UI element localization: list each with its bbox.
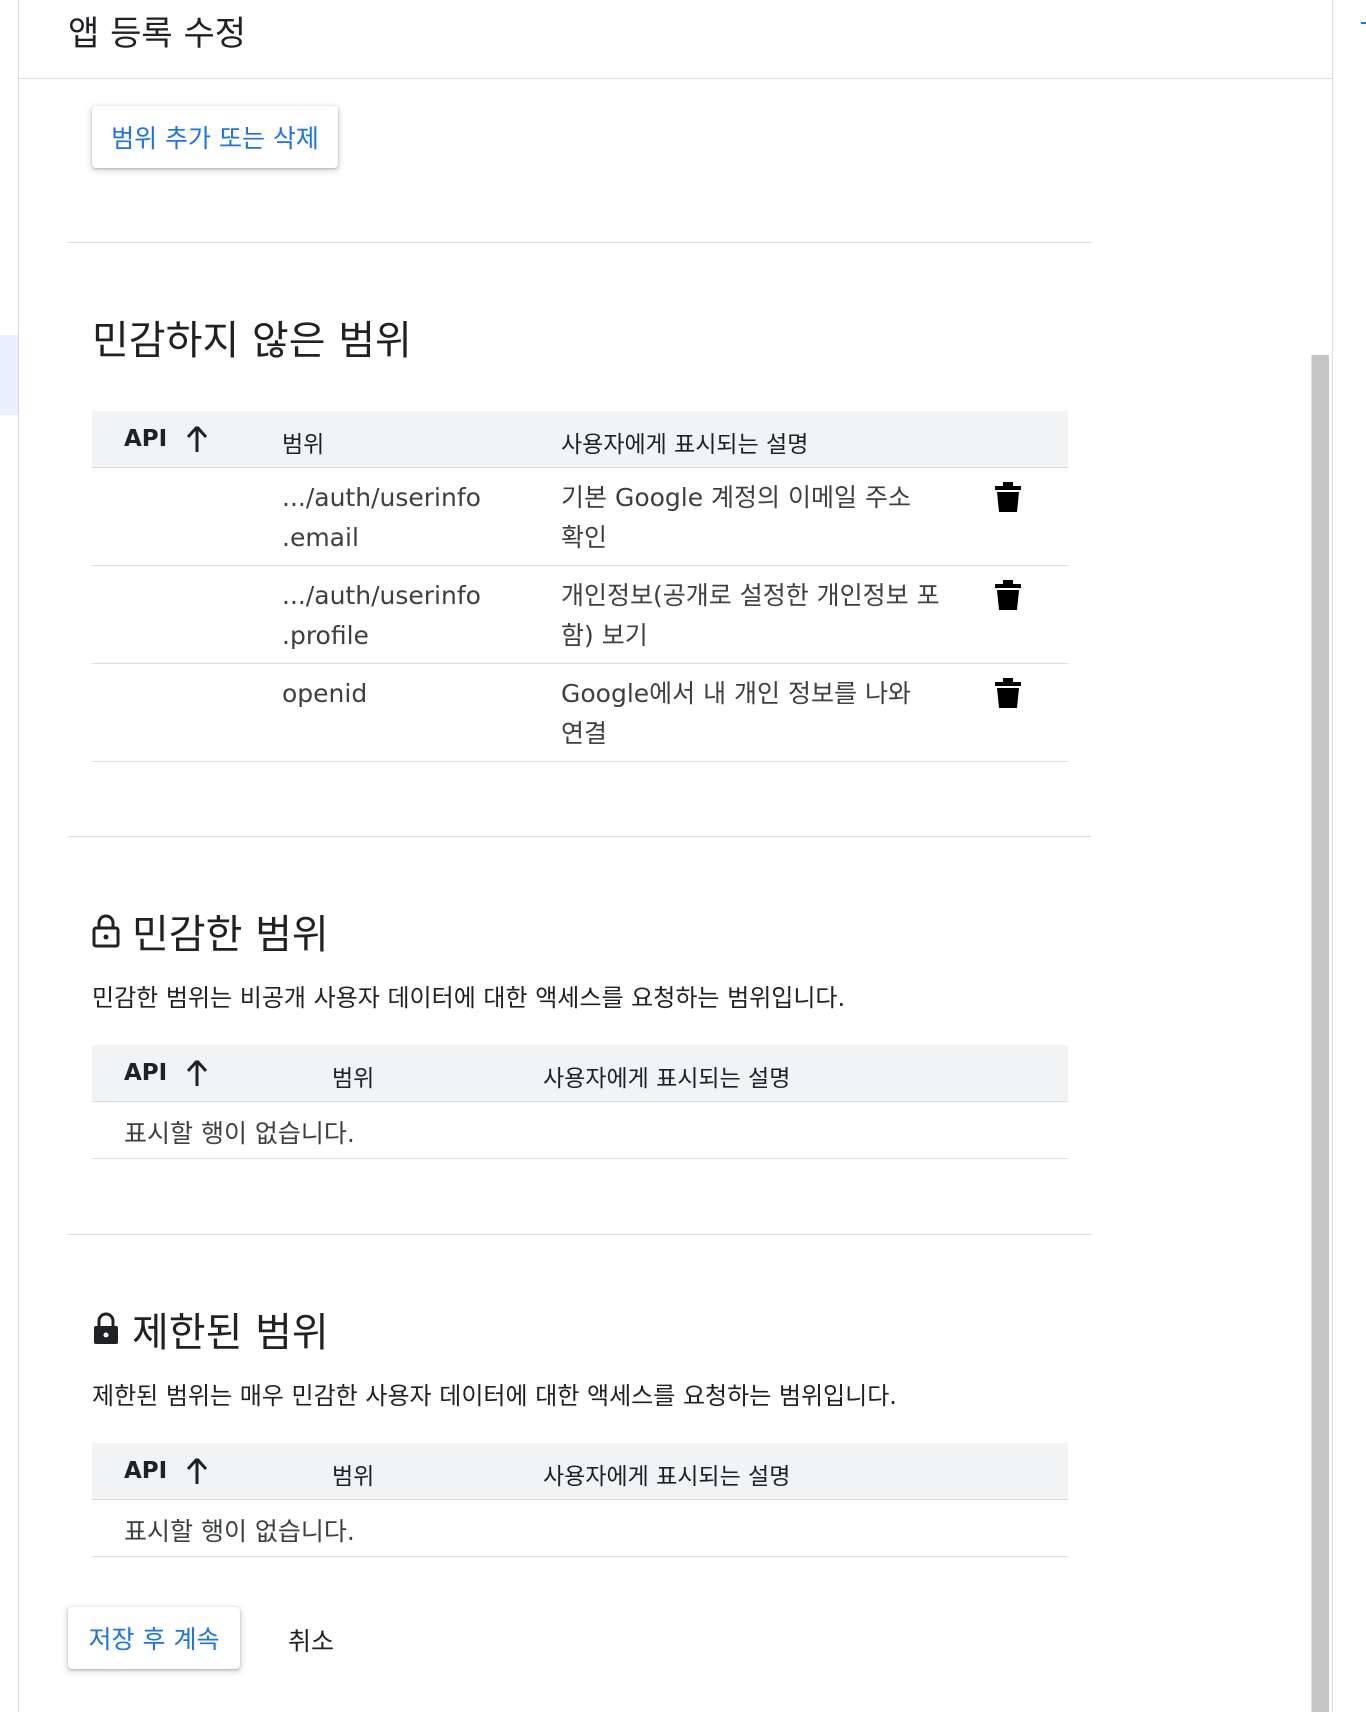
section-divider xyxy=(68,836,1091,837)
empty-message: 표시할 행이 없습니다. xyxy=(124,1119,355,1148)
sensitive-description: 민감한 범위는 비공개 사용자 데이터에 대한 액세스를 요청하는 범위입니다. xyxy=(92,984,846,1012)
add-remove-scopes-label: 범위 추가 또는 삭제 xyxy=(111,124,319,153)
scope-cell: .../auth/userinfo .email xyxy=(282,478,522,558)
column-api[interactable]: API xyxy=(124,425,209,453)
empty-row: 표시할 행이 없습니다. xyxy=(92,1102,1068,1159)
scope-line: .profile xyxy=(282,621,369,650)
non-sensitive-title-text: 민감하지 않은 범위 xyxy=(92,318,412,364)
trash-icon[interactable] xyxy=(995,678,1021,708)
restricted-title: 제한된 범위 xyxy=(92,1300,329,1358)
column-description[interactable]: 사용자에게 표시되는 설명 xyxy=(543,1059,790,1093)
table-header: API 범위 사용자에게 표시되는 설명 xyxy=(92,1045,1068,1102)
scope-cell: .../auth/userinfo .profile xyxy=(282,576,522,656)
column-api-label: API xyxy=(124,426,168,452)
table-row: .../auth/userinfo .profile 개인정보(공개로 설정한 … xyxy=(92,566,1068,664)
arrow-up-icon xyxy=(187,425,208,452)
non-sensitive-title: 민감하지 않은 범위 xyxy=(92,308,412,366)
sensitive-title-text: 민감한 범위 xyxy=(132,912,329,958)
save-continue-label: 저장 후 계속 xyxy=(88,1625,220,1654)
right-panel-marker xyxy=(1361,22,1366,24)
description-cell: 기본 Google 계정의 이메일 주소 확인 xyxy=(561,483,911,552)
sensitive-title: 민감한 범위 xyxy=(92,902,329,960)
column-scope[interactable]: 범위 xyxy=(282,425,324,459)
cancel-button[interactable]: 취소 xyxy=(288,1622,334,1658)
column-scope[interactable]: 범위 xyxy=(332,1457,374,1491)
scope-line: .email xyxy=(282,523,359,552)
restricted-title-text: 제한된 범위 xyxy=(132,1310,329,1356)
table-header: API 범위 사용자에게 표시되는 설명 xyxy=(92,1443,1068,1500)
section-divider xyxy=(68,242,1091,243)
trash-icon[interactable] xyxy=(995,482,1021,512)
column-scope[interactable]: 범위 xyxy=(332,1059,374,1093)
arrow-up-icon xyxy=(187,1059,208,1086)
column-description[interactable]: 사용자에게 표시되는 설명 xyxy=(561,425,808,459)
page-title: 앱 등록 수정 xyxy=(68,14,247,54)
restricted-description: 제한된 범위는 매우 민감한 사용자 데이터에 대한 액세스를 요청하는 범위입… xyxy=(92,1382,897,1410)
column-description[interactable]: 사용자에게 표시되는 설명 xyxy=(543,1457,790,1491)
left-rail-highlight xyxy=(0,335,18,415)
description-cell: Google에서 내 개인 정보를 나와 연결 xyxy=(561,679,911,748)
column-api[interactable]: API xyxy=(124,1457,209,1485)
table-row: .../auth/userinfo .email 기본 Google 계정의 이… xyxy=(92,468,1068,566)
left-rail xyxy=(0,0,19,1712)
column-api-label: API xyxy=(124,1060,168,1086)
scope-line: .../auth/userinfo xyxy=(282,581,481,610)
restricted-table: API 범위 사용자에게 표시되는 설명 표시할 행이 없습니다. xyxy=(92,1443,1068,1557)
table-row: openid Google에서 내 개인 정보를 나와 연결 xyxy=(92,664,1068,762)
arrow-up-icon xyxy=(187,1457,208,1484)
description-cell: 개인정보(공개로 설정한 개인정보 포함) 보기 xyxy=(561,581,940,650)
empty-row: 표시할 행이 없습니다. xyxy=(92,1500,1068,1557)
column-api[interactable]: API xyxy=(124,1059,209,1087)
empty-message: 표시할 행이 없습니다. xyxy=(124,1517,355,1546)
scope-cell: openid xyxy=(282,674,522,714)
page-header: 앱 등록 수정 xyxy=(19,0,1332,79)
sensitive-table: API 범위 사용자에게 표시되는 설명 표시할 행이 없습니다. xyxy=(92,1045,1068,1159)
lock-icon xyxy=(94,1312,118,1344)
scope-line: openid xyxy=(282,679,368,708)
table-header: API 범위 사용자에게 표시되는 설명 xyxy=(92,411,1068,468)
lock-open-icon xyxy=(92,914,120,948)
save-continue-button[interactable]: 저장 후 계속 xyxy=(68,1607,240,1669)
right-panel xyxy=(1332,0,1366,1712)
trash-icon[interactable] xyxy=(995,580,1021,610)
scrollbar[interactable] xyxy=(1311,355,1329,1712)
scope-line: .../auth/userinfo xyxy=(282,483,481,512)
non-sensitive-table: API 범위 사용자에게 표시되는 설명 .../auth/userinfo .… xyxy=(92,411,1068,762)
add-remove-scopes-button[interactable]: 범위 추가 또는 삭제 xyxy=(92,106,338,168)
section-divider xyxy=(68,1234,1091,1235)
column-api-label: API xyxy=(124,1458,168,1484)
